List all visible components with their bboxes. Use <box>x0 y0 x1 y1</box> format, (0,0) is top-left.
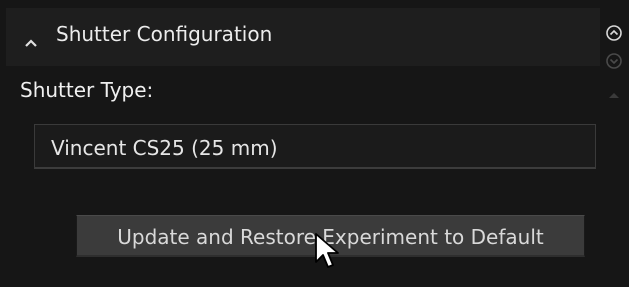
shutter-type-selected-value: Vincent CS25 (25 mm) <box>51 136 278 160</box>
mouse-pointer-icon <box>315 233 339 268</box>
circle-chevron-down-icon[interactable] <box>603 50 625 72</box>
chevron-up-icon[interactable] <box>25 38 37 48</box>
shutter-type-dropdown[interactable]: Vincent CS25 (25 mm) <box>34 124 596 169</box>
section-title: Shutter Configuration <box>56 22 273 46</box>
shutter-type-label: Shutter Type: <box>20 78 154 102</box>
triangle-up-icon[interactable] <box>603 84 625 106</box>
shutter-configuration-panel: Shutter Configuration Shutter Type: Vinc… <box>0 0 629 287</box>
circle-chevron-up-icon[interactable] <box>603 22 625 44</box>
